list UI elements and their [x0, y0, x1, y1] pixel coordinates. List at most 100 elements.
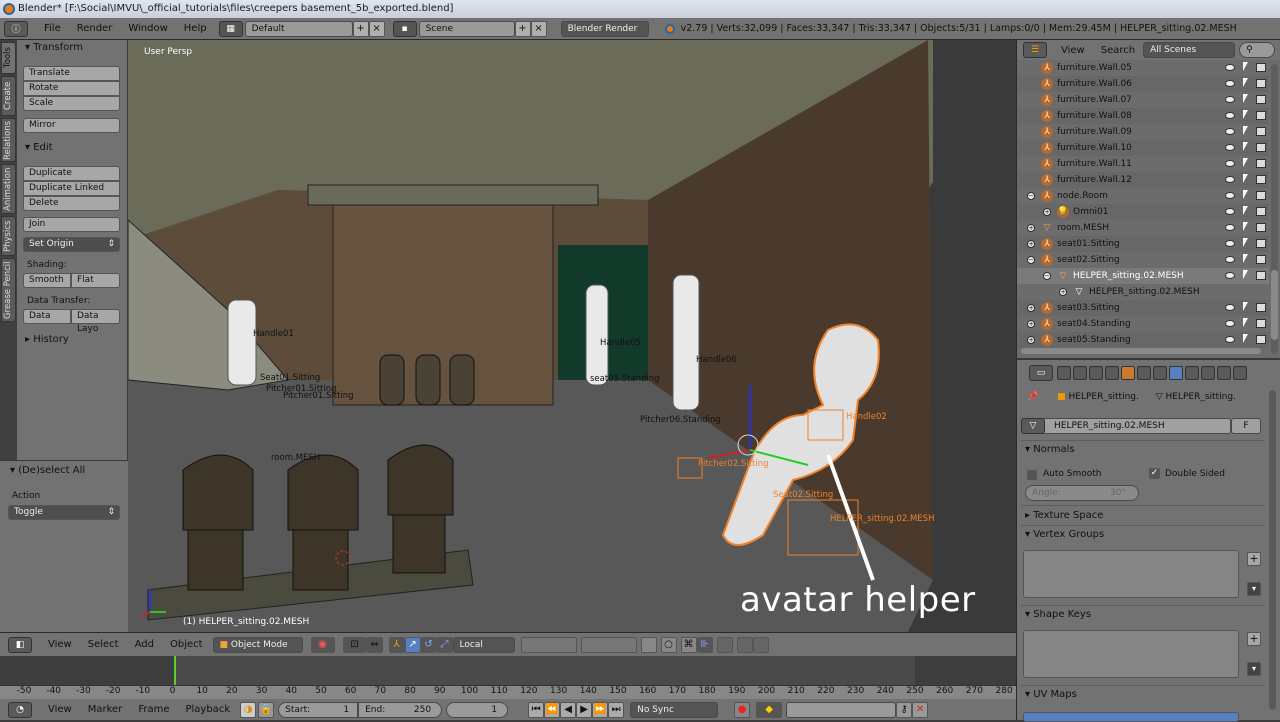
end-frame-field[interactable]: End: 250 — [358, 701, 443, 718]
menu-search[interactable]: Search — [1093, 45, 1143, 56]
visibility-eye-icon[interactable] — [1225, 208, 1235, 215]
menu-marker[interactable]: Marker — [80, 704, 131, 715]
outliner-row[interactable]: ⅄ furniture.Wall.12 — [1017, 172, 1269, 188]
outliner-row[interactable]: ⅄ furniture.Wall.09 — [1017, 124, 1269, 140]
delete-button[interactable]: Delete — [23, 196, 120, 211]
editor-type-info-button[interactable]: ⓘ — [4, 20, 28, 37]
outliner-item-name[interactable]: furniture.Wall.06 — [1057, 76, 1132, 92]
editor-type-properties-button[interactable]: ▭ — [1029, 365, 1053, 381]
timeline-ruler[interactable]: -50 -40 -30 -20 -10 0 10 20 30 40 50 60 70 80 90 100 110… — [0, 685, 1016, 699]
mesh-datablock-field[interactable]: HELPER_sitting.02.MESH — [1025, 418, 1231, 434]
menu-render[interactable]: Render — [69, 23, 121, 34]
lock-range-icon[interactable]: 🔒 — [258, 701, 275, 718]
mode-dropdown[interactable]: ■ Object Mode — [212, 636, 303, 653]
outliner-row[interactable]: + ▽ HELPER_sitting.02.MESH — [1017, 284, 1269, 300]
visibility-eye-icon[interactable] — [1225, 272, 1235, 279]
auto-keying-record-icon[interactable]: ● — [734, 701, 751, 718]
current-frame-line[interactable] — [174, 656, 176, 688]
shape-keys-list[interactable] — [1023, 630, 1239, 678]
manipulator-axis-icon[interactable]: ⅄ — [388, 636, 405, 653]
visibility-eye-icon[interactable] — [1225, 80, 1235, 87]
edit-panel-header[interactable]: ▾ Edit — [25, 142, 53, 153]
vertex-groups-panel-header[interactable]: ▾ Vertex Groups — [1025, 529, 1104, 540]
tab-physics-icon[interactable] — [1233, 366, 1247, 380]
translate-button[interactable]: Translate — [23, 66, 120, 81]
outliner-item-name[interactable]: HELPER_sitting.02.MESH — [1089, 284, 1200, 300]
tab-relations[interactable]: Relations — [1, 118, 16, 162]
outliner-row[interactable]: ⅄ furniture.Wall.07 — [1017, 92, 1269, 108]
data-layout-transfer-button[interactable]: Data Layo — [71, 309, 120, 334]
renderable-camera-icon[interactable] — [1256, 63, 1266, 72]
outliner-item-name[interactable]: furniture.Wall.11 — [1057, 156, 1132, 172]
selectable-cursor-icon[interactable] — [1243, 94, 1248, 103]
visibility-eye-icon[interactable] — [1225, 128, 1235, 135]
tab-object-icon[interactable] — [1121, 366, 1135, 380]
visibility-eye-icon[interactable] — [1225, 192, 1235, 199]
render-opengl-icon[interactable] — [736, 636, 753, 653]
texture-space-panel-header[interactable]: ▸ Texture Space — [1025, 510, 1103, 521]
expand-icon[interactable]: + — [1059, 288, 1067, 296]
flat-shading-button[interactable]: Flat — [71, 273, 120, 288]
expand-icon[interactable]: + — [1027, 320, 1035, 328]
active-keying-set-field[interactable] — [786, 701, 897, 718]
tab-animation[interactable]: Animation — [1, 164, 16, 214]
mirror-button[interactable]: Mirror — [23, 118, 120, 133]
normals-panel-header[interactable]: ▾ Normals — [1025, 444, 1075, 455]
selectable-cursor-icon[interactable] — [1243, 142, 1248, 151]
renderable-camera-icon[interactable] — [1256, 303, 1266, 312]
renderable-camera-icon[interactable] — [1256, 223, 1266, 232]
collapse-icon[interactable]: − — [1043, 272, 1051, 280]
jump-to-start-icon[interactable]: ⏮ — [528, 701, 545, 718]
outliner-row[interactable]: + ⅄ seat01.Sitting — [1017, 236, 1269, 252]
expand-icon[interactable]: + — [1027, 304, 1035, 312]
duplicate-linked-button[interactable]: Duplicate Linked — [23, 181, 120, 196]
visibility-eye-icon[interactable] — [1225, 224, 1235, 231]
visibility-eye-icon[interactable] — [1225, 112, 1235, 119]
rotate-manipulator-icon[interactable]: ↺ — [420, 636, 437, 653]
fake-user-button[interactable]: F — [1231, 418, 1261, 434]
jump-to-prev-keyframe-icon[interactable]: ⏪ — [544, 701, 561, 718]
tab-mesh-data-icon[interactable] — [1169, 366, 1183, 380]
keying-set-icon[interactable]: ◆ — [756, 701, 783, 718]
tab-texture-icon[interactable] — [1201, 366, 1215, 380]
selectable-cursor-icon[interactable] — [1243, 318, 1248, 327]
renderable-camera-icon[interactable] — [1256, 271, 1266, 280]
tab-constraints-icon[interactable] — [1137, 366, 1151, 380]
visibility-eye-icon[interactable] — [1225, 240, 1235, 247]
visibility-eye-icon[interactable] — [1225, 320, 1235, 327]
vertex-group-specials-button[interactable]: ▾ — [1247, 582, 1261, 596]
display-mode-dropdown[interactable]: All Scenes — [1143, 42, 1236, 58]
selectable-cursor-icon[interactable] — [1243, 222, 1248, 231]
transform-panel-header[interactable]: ▾ Transform — [25, 42, 83, 53]
outliner-hscroll-thumb[interactable] — [1021, 348, 1261, 354]
scale-manipulator-icon[interactable]: ⤢ — [436, 636, 453, 653]
add-shape-key-button[interactable]: + — [1247, 632, 1261, 646]
selectable-cursor-icon[interactable] — [1243, 190, 1248, 199]
render-engine-dropdown[interactable]: Blender Render — [560, 20, 649, 37]
renderable-camera-icon[interactable] — [1256, 191, 1266, 200]
outliner-row[interactable]: − ⅄ seat02.Sitting — [1017, 252, 1269, 268]
visibility-eye-icon[interactable] — [1225, 304, 1235, 311]
rotate-button[interactable]: Rotate — [23, 81, 120, 96]
editor-type-outliner-button[interactable]: ☰ — [1023, 42, 1047, 58]
menu-playback[interactable]: Playback — [177, 704, 238, 715]
action-dropdown[interactable]: Toggle ⇕ — [8, 505, 120, 520]
scene-icon[interactable]: ▪ — [392, 20, 417, 37]
expand-icon[interactable]: + — [1043, 208, 1051, 216]
outliner-item-name[interactable]: node.Room — [1057, 188, 1108, 204]
menu-view[interactable]: View — [40, 704, 80, 715]
layers-grid-1[interactable] — [520, 636, 577, 653]
jump-to-next-keyframe-icon[interactable]: ⏩ — [592, 701, 609, 718]
outliner-row[interactable]: + ⅄ seat04.Standing — [1017, 316, 1269, 332]
outliner-item-name[interactable]: seat03.Sitting — [1057, 300, 1120, 316]
outliner-row[interactable]: ⅄ furniture.Wall.08 — [1017, 108, 1269, 124]
tab-scene-icon[interactable] — [1089, 366, 1103, 380]
play-reverse-icon[interactable]: ◀ — [560, 701, 577, 718]
deselect-all-panel-header[interactable]: ▾ (De)select All — [10, 465, 85, 476]
manipulator-toggle-icon[interactable]: ⇔ — [366, 636, 383, 653]
visibility-eye-icon[interactable] — [1225, 96, 1235, 103]
shape-keys-panel-header[interactable]: ▾ Shape Keys — [1025, 609, 1091, 620]
renderable-camera-icon[interactable] — [1256, 239, 1266, 248]
outliner-row[interactable]: + ⅄ seat05.Standing — [1017, 332, 1269, 348]
outliner-item-name[interactable]: furniture.Wall.10 — [1057, 140, 1132, 156]
